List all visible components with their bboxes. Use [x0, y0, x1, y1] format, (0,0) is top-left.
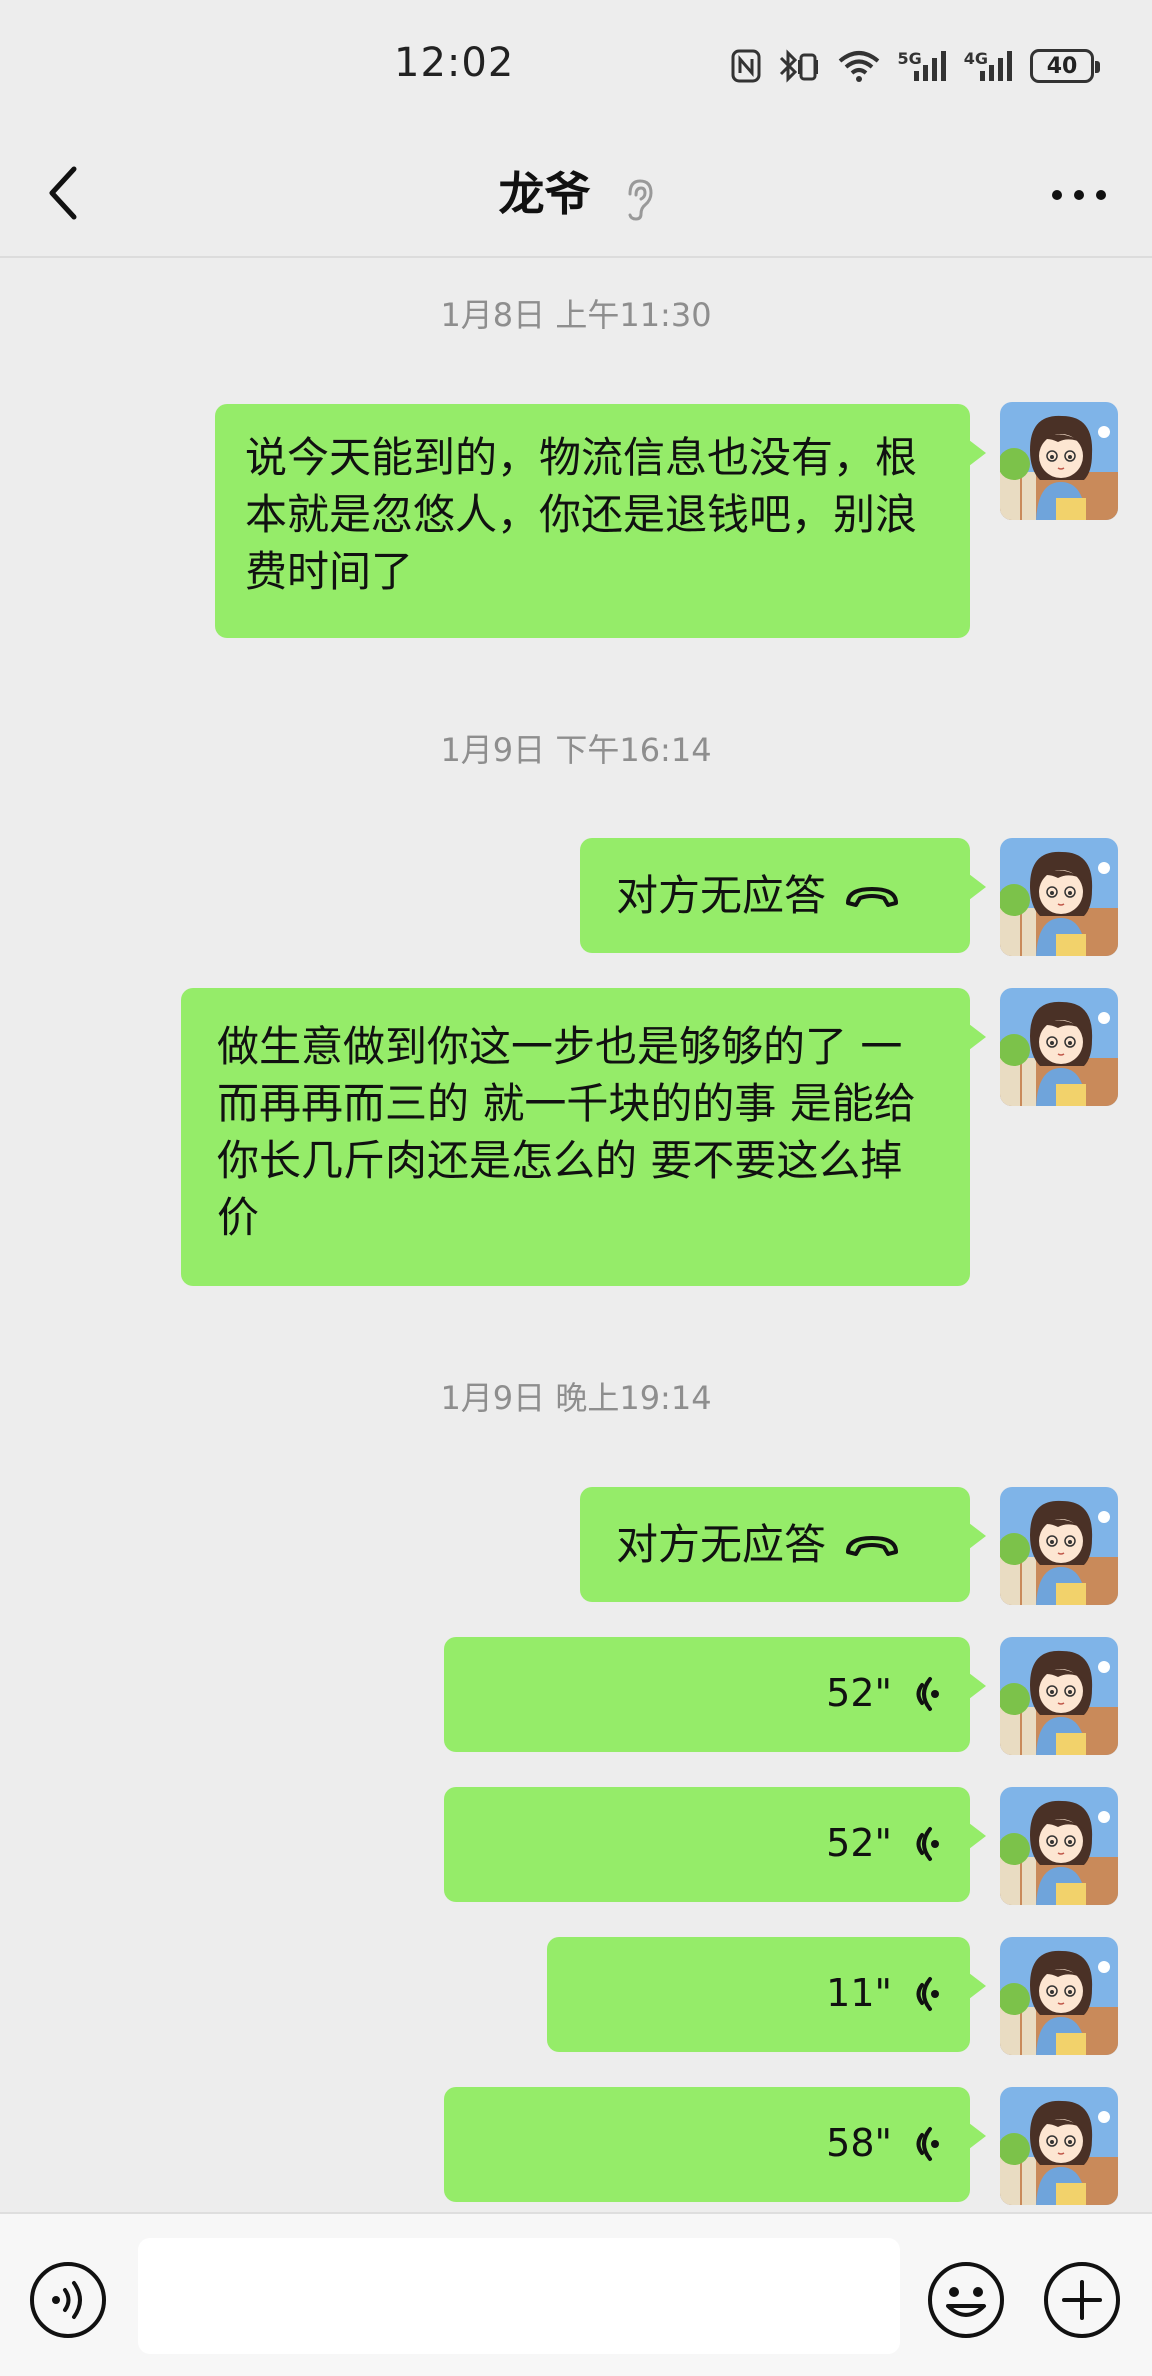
timestamp: 1月8日 上午11:30 — [440, 296, 712, 334]
chat-header: 龙爷 — [0, 130, 1152, 258]
avatar-illustration — [1000, 1637, 1118, 1755]
voice-input-button[interactable] — [28, 2260, 108, 2340]
avatar[interactable] — [1000, 402, 1118, 520]
avatar[interactable] — [1000, 1487, 1118, 1605]
voice-input-icon — [30, 2262, 106, 2338]
more-button[interactable] — [1044, 170, 1114, 220]
wifi-icon — [837, 49, 881, 83]
call-status-text: 对方无应答 — [616, 871, 827, 920]
avatar-illustration — [1000, 838, 1118, 956]
avatar-illustration — [1000, 1937, 1118, 2055]
voice-duration: 58" — [826, 2121, 892, 2165]
message-input[interactable] — [138, 2238, 900, 2354]
more-icon — [1052, 190, 1106, 200]
call-row: 对方无应答 — [616, 867, 934, 924]
avatar[interactable] — [1000, 1937, 1118, 2055]
voice-wave-icon — [916, 2126, 939, 2161]
bluetooth-vibrate-icon — [777, 49, 821, 83]
voice-wave-icon — [916, 1676, 939, 1711]
avatar[interactable] — [1000, 2087, 1118, 2205]
call-bubble[interactable]: 对方无应答 — [580, 1487, 986, 1602]
battery-icon: 40 — [1030, 49, 1100, 83]
hangup-phone-icon — [846, 1535, 899, 1556]
voice-duration: 52" — [826, 1671, 892, 1715]
avatar[interactable] — [1000, 1637, 1118, 1755]
avatar[interactable] — [1000, 1787, 1118, 1905]
more-functions-button[interactable] — [1042, 2260, 1122, 2340]
title-wrap: 龙爷 — [0, 158, 1152, 230]
voice-row: 52" — [474, 1665, 940, 1722]
status-bar: 12:02 5G 4G 40 — [0, 0, 1152, 130]
voice-duration: 11" — [826, 1971, 892, 2015]
voice-row: 58" — [474, 2115, 940, 2172]
timestamp: 1月9日 下午16:14 — [440, 731, 712, 769]
avatar-illustration — [1000, 2087, 1118, 2205]
voice-bubble[interactable]: 52" — [444, 1787, 986, 1902]
voice-wave-icon — [916, 1826, 939, 1861]
message-text: 说今天能到的，物流信息也没有，根本就是忽悠人，你还是退钱吧，别浪费时间了 — [245, 433, 918, 596]
voice-bubble[interactable]: 58" — [444, 2087, 986, 2202]
avatar[interactable] — [1000, 988, 1118, 1106]
signal-5g-icon: 5G — [897, 49, 947, 83]
nfc-icon — [731, 49, 761, 83]
earpiece-icon — [624, 178, 654, 226]
avatar-illustration — [1000, 1787, 1118, 1905]
status-icons: 5G 4G 40 — [731, 44, 1100, 88]
call-row: 对方无应答 — [616, 1516, 934, 1573]
status-time: 12:02 — [394, 40, 515, 86]
message-bubble[interactable]: 做生意做到你这一步也是够够的了 一而再再而三的 就一千块的的事 是能给你长几斤肉… — [181, 988, 986, 1286]
voice-duration: 52" — [826, 1821, 892, 1865]
call-status-text: 对方无应答 — [616, 1520, 827, 1569]
timestamp: 1月9日 晚上19:14 — [440, 1379, 712, 1417]
avatar-illustration — [1000, 1487, 1118, 1605]
message-text: 做生意做到你这一步也是够够的了 一而再再而三的 就一千块的的事 是能给你长几斤肉… — [217, 1022, 916, 1242]
voice-bubble[interactable]: 52" — [444, 1637, 986, 1752]
voice-bubble[interactable]: 11" — [547, 1937, 986, 2052]
signal-4g-icon: 4G — [964, 49, 1014, 83]
plus-icon — [1044, 2262, 1120, 2338]
voice-row: 11" — [577, 1965, 940, 2022]
voice-wave-icon — [916, 1976, 939, 2011]
avatar-illustration — [1000, 402, 1118, 520]
avatar[interactable] — [1000, 838, 1118, 956]
voice-row: 52" — [474, 1815, 940, 1872]
avatar-illustration — [1000, 988, 1118, 1106]
emoji-icon — [928, 2262, 1004, 2338]
hangup-phone-icon — [846, 886, 899, 907]
emoji-button[interactable] — [926, 2260, 1006, 2340]
call-bubble[interactable]: 对方无应答 — [580, 838, 986, 953]
input-bar — [0, 2212, 1152, 2376]
message-bubble[interactable]: 说今天能到的，物流信息也没有，根本就是忽悠人，你还是退钱吧，别浪费时间了 — [215, 404, 986, 638]
chat-title: 龙爷 — [498, 167, 591, 221]
